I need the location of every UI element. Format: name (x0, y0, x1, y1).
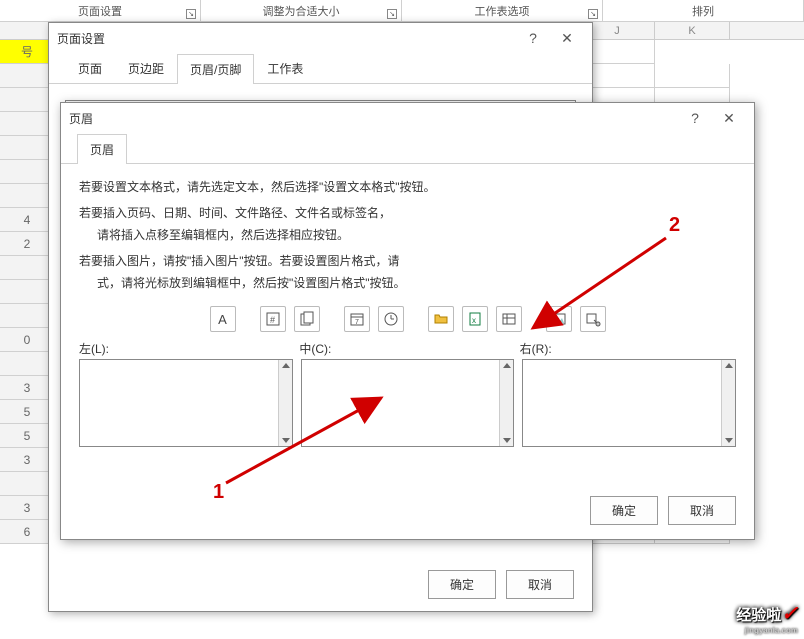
instruction-text: 若要设置文本格式，请先选定文本，然后选择"设置文本格式"按钮。 (79, 176, 736, 198)
ribbon-group-label: 调整为合适大小 (263, 3, 340, 19)
ribbon-group-fit: 调整为合适大小 ↘ (201, 0, 402, 21)
dialog-launcher-icon[interactable]: ↘ (186, 9, 196, 19)
row-header[interactable]: 0 (0, 328, 55, 352)
pages-icon[interactable] (294, 306, 320, 332)
dialog-launcher-icon[interactable]: ↘ (588, 9, 598, 19)
header-dialog: 页眉 ? ✕ 页眉 若要设置文本格式，请先选定文本，然后选择"设置文本格式"按钮… (60, 102, 755, 540)
time-icon[interactable] (378, 306, 404, 332)
section-labels: 左(L): 中(C): 右(R): (79, 340, 736, 357)
row-header[interactable] (0, 112, 55, 136)
close-button[interactable]: ✕ (550, 25, 584, 51)
watermark-text: 经验啦 (736, 607, 781, 624)
instruction-line: 式，请将光标放到编辑框中，然后按"设置图片格式"按钮。 (79, 272, 736, 294)
dialog-footer: 确定 取消 (428, 570, 574, 599)
center-section-label: 中(C): (295, 340, 515, 357)
file-name-icon[interactable]: x (462, 306, 488, 332)
ribbon-group-sheet-options: 工作表选项 ↘ (402, 0, 603, 21)
insert-picture-icon[interactable] (546, 306, 572, 332)
row-header[interactable]: 5 (0, 400, 55, 424)
tab-header-footer[interactable]: 页眉/页脚 (177, 54, 254, 84)
help-button[interactable]: ? (678, 105, 712, 131)
svg-text:#: # (270, 315, 275, 325)
date-icon[interactable]: 7 (344, 306, 370, 332)
row-header[interactable]: 3 (0, 448, 55, 472)
row-header[interactable]: 6 (0, 520, 55, 544)
tab-worksheet[interactable]: 工作表 (254, 53, 316, 83)
titlebar: 页面设置 ? ✕ (49, 23, 592, 53)
dialog-footer: 确定 取消 (590, 496, 736, 525)
cell[interactable] (655, 64, 730, 88)
ribbon-group-label: 排列 (692, 3, 714, 19)
row-header[interactable] (0, 184, 55, 208)
ribbon-group-label: 工作表选项 (475, 3, 530, 19)
tab-header[interactable]: 页眉 (77, 134, 127, 164)
scrollbar[interactable] (278, 360, 292, 446)
dialog-body: 若要设置文本格式，请先选定文本，然后选择"设置文本格式"按钮。 若要插入页码、日… (61, 164, 754, 455)
close-button[interactable]: ✕ (712, 105, 746, 131)
help-button[interactable]: ? (516, 25, 550, 51)
tabbar: 页面 页边距 页眉/页脚 工作表 (49, 53, 592, 84)
ok-button[interactable]: 确定 (590, 496, 658, 525)
format-picture-icon[interactable] (580, 306, 606, 332)
watermark-url: jingyanla.com (736, 626, 798, 635)
scrollbar[interactable] (721, 360, 735, 446)
center-section-input[interactable] (301, 359, 515, 447)
row-header[interactable]: 2 (0, 232, 55, 256)
left-section-input[interactable] (79, 359, 293, 447)
instruction-text: 若要插入图片，请按"插入图片"按钮。若要设置图片格式，请 式，请将光标放到编辑框… (79, 250, 736, 294)
left-section-label: 左(L): (79, 340, 295, 357)
dialog-title: 页眉 (69, 110, 678, 127)
tab-page[interactable]: 页面 (65, 53, 115, 83)
page-number-icon[interactable]: # (260, 306, 286, 332)
row-header[interactable] (0, 136, 55, 160)
row-header[interactable] (0, 304, 55, 328)
row-header[interactable] (0, 280, 55, 304)
sheet-name-icon[interactable] (496, 306, 522, 332)
col-header[interactable] (0, 22, 55, 39)
ribbon: 页面设置 ↘ 调整为合适大小 ↘ 工作表选项 ↘ 排列 (0, 0, 804, 22)
row-header[interactable] (0, 256, 55, 280)
instruction-line: 若要插入页码、日期、时间、文件路径、文件名或标签名， (79, 206, 391, 220)
ok-button[interactable]: 确定 (428, 570, 496, 599)
row-header[interactable] (0, 352, 55, 376)
watermark: 经验啦✓ jingyanla.com (736, 601, 798, 635)
instruction-text: 若要插入页码、日期、时间、文件路径、文件名或标签名， 请将插入点移至编辑框内，然… (79, 202, 736, 246)
titlebar: 页眉 ? ✕ (61, 103, 754, 133)
cell[interactable]: 号 (0, 40, 55, 64)
row-header[interactable]: 4 (0, 208, 55, 232)
right-section-label: 右(R): (516, 340, 736, 357)
svg-text:x: x (472, 316, 476, 325)
row-header[interactable]: 5 (0, 424, 55, 448)
ribbon-group-page-setup: 页面设置 ↘ (0, 0, 201, 21)
ribbon-group-label: 页面设置 (78, 3, 122, 19)
svg-text:7: 7 (355, 319, 359, 326)
tab-margins[interactable]: 页边距 (115, 53, 177, 83)
scrollbar[interactable] (499, 360, 513, 446)
row-header[interactable] (0, 88, 55, 112)
row-header[interactable] (0, 64, 55, 88)
instruction-line: 若要插入图片，请按"插入图片"按钮。若要设置图片格式，请 (79, 254, 400, 268)
annotation-label-1: 1 (213, 481, 224, 503)
right-section-input[interactable] (522, 359, 736, 447)
col-header-K[interactable]: K (655, 22, 730, 39)
toolbar: A # 7 x (79, 306, 736, 332)
row-header[interactable]: 3 (0, 496, 55, 520)
cancel-button[interactable]: 取消 (668, 496, 736, 525)
ribbon-group-arrange: 排列 (603, 0, 804, 21)
dialog-launcher-icon[interactable]: ↘ (387, 9, 397, 19)
dialog-title: 页面设置 (57, 30, 516, 47)
format-text-icon[interactable]: A (210, 306, 236, 332)
row-header[interactable] (0, 160, 55, 184)
row-header[interactable]: 3 (0, 376, 55, 400)
section-editors (79, 359, 736, 447)
instruction-line: 请将插入点移至编辑框内，然后选择相应按钮。 (79, 224, 736, 246)
cancel-button[interactable]: 取消 (506, 570, 574, 599)
tabbar: 页眉 (61, 133, 754, 164)
row-header[interactable] (0, 472, 55, 496)
file-path-icon[interactable] (428, 306, 454, 332)
